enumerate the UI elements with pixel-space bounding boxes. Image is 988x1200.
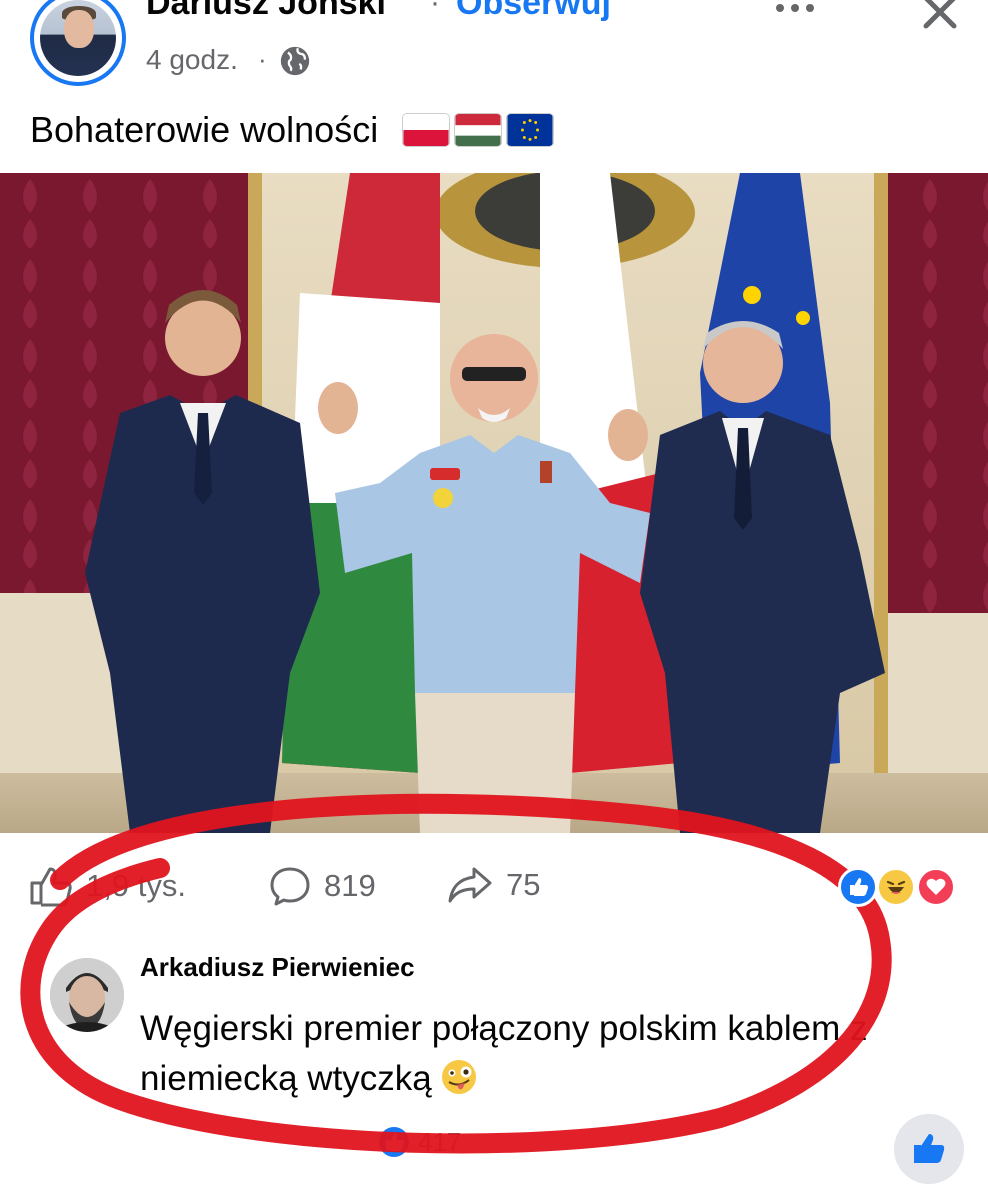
likes-count: 1,9 tys. xyxy=(86,868,186,903)
comment-text: Węgierski premier połączony polskim kabl… xyxy=(140,1004,900,1104)
header-separator: · xyxy=(430,0,440,19)
post-caption: Bohaterowie wolności xyxy=(30,108,555,152)
comment-button[interactable]: 819 xyxy=(268,865,376,907)
globe-icon xyxy=(280,46,310,76)
comment-like-summary[interactable]: 417 xyxy=(378,1126,461,1158)
commenter-name[interactable]: Arkadiusz Pierwieniec xyxy=(140,952,415,983)
comment: Arkadiusz Pierwieniec Węgierski premier … xyxy=(0,940,988,1157)
like-reaction-icon xyxy=(838,867,878,907)
floating-like-button[interactable] xyxy=(894,1114,964,1184)
post-photo[interactable] xyxy=(0,173,988,833)
author-name[interactable]: Dariusz Joński xyxy=(146,0,386,23)
comments-count: 819 xyxy=(324,868,376,903)
thumbs-up-icon xyxy=(914,1134,945,1163)
comment-icon xyxy=(270,867,310,906)
commenter-avatar[interactable] xyxy=(50,958,124,1032)
poland-flag-emoji xyxy=(402,113,451,147)
author-avatar[interactable] xyxy=(30,0,126,86)
eu-flag-emoji xyxy=(506,113,555,147)
comment-body: Węgierski premier połączony polskim kabl… xyxy=(140,1009,868,1098)
winking-tongue-emoji xyxy=(441,1060,476,1094)
hungary-flag-emoji xyxy=(454,113,503,147)
post-header: Dariusz Joński · Obserwuj 4 godz. · xyxy=(0,0,988,100)
caption-text: Bohaterowie wolności xyxy=(30,109,379,150)
haha-reaction-icon xyxy=(876,867,916,907)
share-icon xyxy=(448,867,492,903)
caption-flags xyxy=(402,113,555,147)
time-separator: · xyxy=(258,44,267,74)
share-button[interactable]: 75 xyxy=(446,865,540,905)
comment-like-reaction-icon xyxy=(379,1127,409,1157)
follow-button[interactable]: Obserwuj xyxy=(456,0,611,23)
comment-likes-count: 417 xyxy=(418,1126,462,1157)
love-reaction-icon xyxy=(916,867,956,907)
reaction-summary[interactable] xyxy=(838,867,962,911)
close-icon[interactable] xyxy=(918,0,962,34)
like-button[interactable]: 1,9 tys. xyxy=(28,865,186,907)
like-outline-icon xyxy=(30,867,72,907)
shares-count: 75 xyxy=(506,867,541,902)
more-horizontal-icon[interactable] xyxy=(770,0,820,20)
post-time[interactable]: 4 godz. xyxy=(146,44,238,76)
post-stats: 1,9 tys. 819 75 xyxy=(0,855,988,919)
